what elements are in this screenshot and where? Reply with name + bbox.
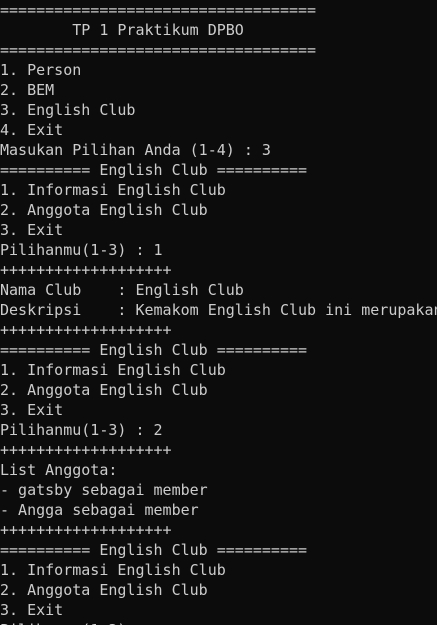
console-line: TP 1 Praktikum DPBO <box>0 21 244 39</box>
console-line: 1. Person <box>0 61 82 79</box>
console-line: Pilihanmu(1-3) : 2 <box>0 421 163 439</box>
console-line: +++++++++++++++++++ <box>0 261 172 279</box>
console-line: +++++++++++++++++++ <box>0 521 172 539</box>
console-line: - Angga sebagai member <box>0 501 199 519</box>
console-line: Masukan Pilihan Anda (1-4) : 3 <box>0 141 271 159</box>
console-line: 2. Anggota English Club <box>0 581 208 599</box>
console-line: 3. Exit <box>0 601 64 619</box>
console-line: 4. Exit <box>0 121 64 139</box>
console-line: Pilihanmu(1-3) : 1 <box>0 241 163 259</box>
console-line: +++++++++++++++++++ <box>0 441 172 459</box>
console-line: Nama Club : English Club <box>0 281 244 299</box>
console-line: 1. Informasi English Club <box>0 561 226 579</box>
console-line: Pilihanmu(1-3) : <box>0 620 145 625</box>
console-output: =================================== TP 1… <box>0 0 437 625</box>
console-line: 2. Anggota English Club <box>0 201 208 219</box>
console-line: Deskripsi : Kemakom English Club ini mer… <box>0 301 437 319</box>
console-line: List Anggota: <box>0 461 118 479</box>
console-line: 3. English Club <box>0 101 136 119</box>
console-line: 3. Exit <box>0 401 64 419</box>
console-line: =================================== <box>0 41 317 59</box>
console-line: 3. Exit <box>0 221 64 239</box>
console-line: ========== English Club ========== <box>0 161 308 179</box>
console-line: +++++++++++++++++++ <box>0 321 172 339</box>
console-line: =================================== <box>0 1 317 19</box>
console-line: 2. Anggota English Club <box>0 381 208 399</box>
console-line: 1. Informasi English Club <box>0 361 226 379</box>
console-line: 1. Informasi English Club <box>0 181 226 199</box>
console-line: 2. BEM <box>0 81 55 99</box>
console-line: ========== English Club ========== <box>0 341 308 359</box>
console-line: ========== English Club ========== <box>0 541 308 559</box>
console-line: - gatsby sebagai member <box>0 481 208 499</box>
